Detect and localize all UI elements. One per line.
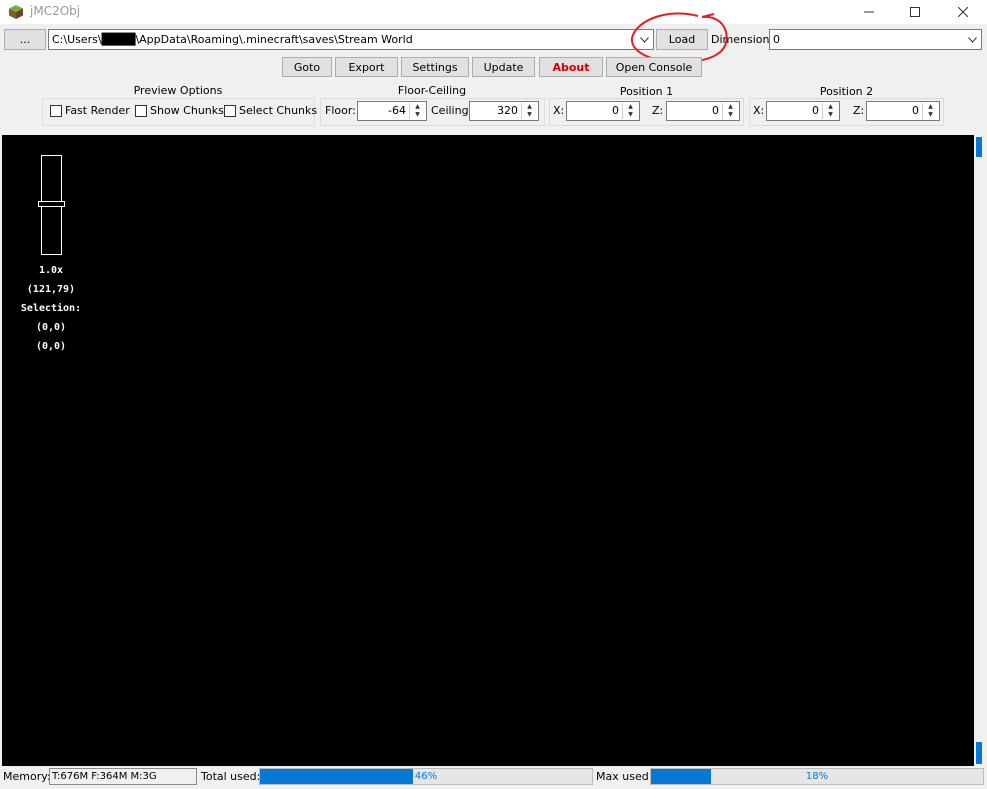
max-used-progress: 18% <box>650 768 984 785</box>
position1-z-spinner[interactable]: 0 ▲ ▼ <box>666 101 740 121</box>
world-path-value: C:\Users\████\AppData\Roaming\.minecraft… <box>52 33 413 46</box>
zoom-level: 1.0x <box>38 265 64 276</box>
selection-label: Selection: <box>20 303 82 314</box>
spinner-arrows-icon[interactable]: ▲ ▼ <box>409 103 425 119</box>
settings-button[interactable]: Settings <box>401 57 469 77</box>
select-chunks-label: Select Chunks <box>239 104 318 117</box>
ceiling-spinner[interactable]: 320 ▲ ▼ <box>469 101 539 121</box>
position2-x-value: 0 <box>812 104 819 117</box>
total-used-progress: 46% <box>259 768 593 785</box>
world-path-combo[interactable]: C:\Users\████\AppData\Roaming\.minecraft… <box>48 29 654 50</box>
show-chunks-label: Show Chunks <box>150 104 224 117</box>
selection-end: (0,0) <box>35 341 67 352</box>
position1-x-label: X: <box>553 104 565 117</box>
open-console-button[interactable]: Open Console <box>606 57 702 77</box>
position1-z-value: 0 <box>712 104 719 117</box>
export-button[interactable]: Export <box>335 57 398 77</box>
minimize-button[interactable] <box>846 0 892 24</box>
fast-render-checkbox[interactable] <box>50 105 62 117</box>
max-used-label: Max used: <box>596 770 653 783</box>
floor-ceiling-title: Floor-Ceiling <box>397 84 467 97</box>
dimension-select[interactable]: 0 <box>769 29 982 50</box>
window-title: jMC2Obj <box>30 4 81 18</box>
position2-x-spinner[interactable]: 0 ▲ ▼ <box>766 101 840 121</box>
vertical-scrollbar[interactable] <box>974 135 987 766</box>
position1-z-label: Z: <box>652 104 664 117</box>
position2-z-spinner[interactable]: 0 ▲ ▼ <box>866 101 940 121</box>
max-used-percent: 18% <box>805 771 829 782</box>
fast-render-label: Fast Render <box>65 104 130 117</box>
maximize-icon <box>910 7 920 17</box>
title-bar <box>0 0 987 24</box>
position1-title: Position 1 <box>619 85 674 98</box>
position2-x-label: X: <box>753 104 765 117</box>
cursor-coords: (121,79) <box>26 284 76 295</box>
position2-z-label: Z: <box>853 104 865 117</box>
goto-button[interactable]: Goto <box>282 57 332 77</box>
spinner-arrows-icon[interactable]: ▲ ▼ <box>922 103 938 119</box>
position2-z-value: 0 <box>912 104 919 117</box>
preview-options-title: Preview Options <box>133 84 223 97</box>
show-chunks-checkbox[interactable] <box>135 105 147 117</box>
total-used-percent: 46% <box>414 771 438 782</box>
zoom-slider-handle[interactable] <box>38 201 65 207</box>
update-button[interactable]: Update <box>472 57 535 77</box>
chevron-down-icon[interactable] <box>963 30 981 49</box>
about-button[interactable]: About <box>539 57 603 77</box>
browse-button[interactable]: ... <box>4 29 46 50</box>
floor-value: -64 <box>388 104 406 117</box>
memory-label: Memory: <box>3 770 51 783</box>
position1-x-spinner[interactable]: 0 ▲ ▼ <box>566 101 640 121</box>
memory-value: T:676M F:364M M:3G <box>49 768 197 785</box>
spinner-arrows-icon[interactable]: ▲ ▼ <box>521 103 537 119</box>
scrollbar-indicator-bottom <box>976 742 982 764</box>
close-icon <box>958 7 968 17</box>
minimize-icon <box>864 11 874 13</box>
map-preview[interactable] <box>2 135 974 766</box>
position2-title: Position 2 <box>819 85 874 98</box>
maximize-button[interactable] <box>892 0 938 24</box>
app-icon <box>9 5 23 19</box>
floor-label: Floor: <box>325 104 356 117</box>
close-button[interactable] <box>940 0 986 24</box>
position1-x-value: 0 <box>612 104 619 117</box>
spinner-arrows-icon[interactable]: ▲ ▼ <box>722 103 738 119</box>
selection-start: (0,0) <box>35 322 67 333</box>
spinner-arrows-icon[interactable]: ▲ ▼ <box>622 103 638 119</box>
select-chunks-checkbox[interactable] <box>224 105 236 117</box>
ceiling-value: 320 <box>497 104 518 117</box>
floor-spinner[interactable]: -64 ▲ ▼ <box>357 101 427 121</box>
spinner-arrows-icon[interactable]: ▲ ▼ <box>822 103 838 119</box>
total-used-label: Total used: <box>201 770 261 783</box>
ceiling-label: Ceiling: <box>431 104 473 117</box>
dimension-value: 0 <box>773 33 780 46</box>
scrollbar-indicator-top <box>976 137 982 157</box>
